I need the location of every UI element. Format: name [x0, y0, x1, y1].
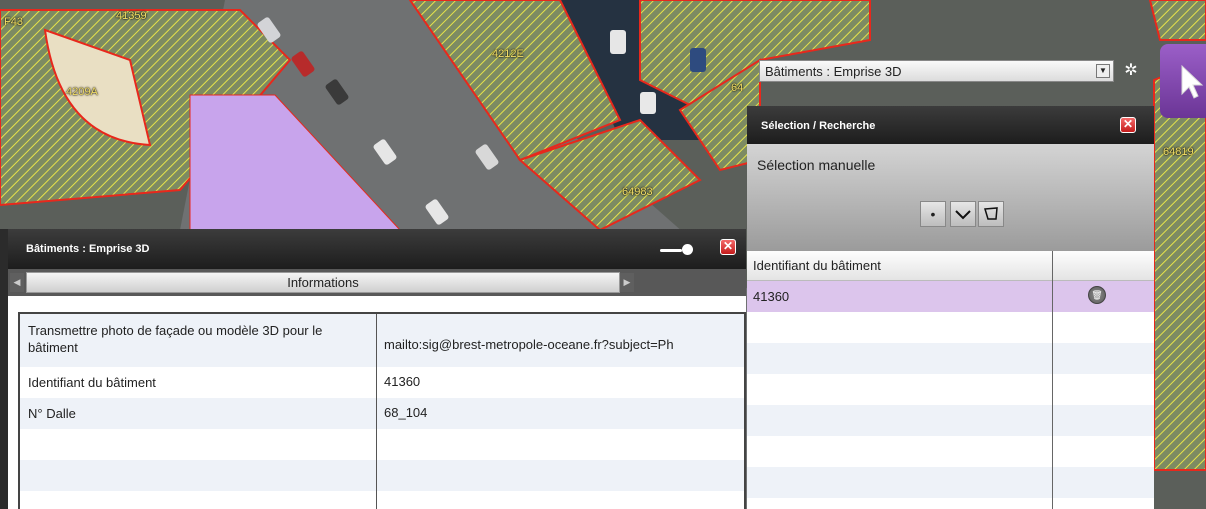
parcel-label: 64983 [622, 186, 653, 198]
table-row [747, 467, 1154, 498]
polygon-icon[interactable] [978, 201, 1004, 227]
tab-bar: ◀ Informations ▶ [8, 269, 746, 296]
parcel-label: 64 [731, 82, 744, 94]
table-row: Transmettre photo de façade ou modèle 3D… [20, 314, 744, 367]
table-row [747, 436, 1154, 467]
table-row [747, 312, 1154, 343]
table-row [20, 460, 744, 491]
column-header-building-id: Identifiant du bâtiment [753, 258, 881, 273]
table-row [747, 374, 1154, 405]
attribute-key: N° Dalle [28, 406, 76, 421]
parcel-label: 41359 [116, 10, 147, 22]
table-row [747, 405, 1154, 436]
table-row [747, 343, 1154, 374]
table-header: Identifiant du bâtiment [747, 251, 1154, 281]
chevron-right-icon[interactable]: ▶ [620, 273, 634, 292]
parcel-label: 4212E [492, 48, 524, 60]
opacity-slider-handle[interactable] [682, 244, 693, 255]
selection-table: Identifiant du bâtiment 41360 🗑 [747, 251, 1154, 509]
info-panel-header: Bâtiments : Emprise 3D ✕ [8, 229, 746, 269]
info-panel-body: Transmettre photo de façade ou modèle 3D… [8, 296, 746, 509]
parcel-label: 64819 [1163, 146, 1194, 158]
attribute-table: Transmettre photo de façade ou modèle 3D… [18, 312, 746, 509]
table-row: Identifiant du bâtiment 41360 [20, 367, 744, 398]
selection-panel-header: Sélection / Recherche ✕ [747, 106, 1154, 144]
table-row [20, 491, 744, 509]
close-icon[interactable]: ✕ [720, 239, 736, 255]
parcel-label: 4209A [66, 86, 98, 98]
attribute-value: 41360 [384, 374, 421, 389]
layer-select[interactable]: Bâtiments : Emprise 3D ▼ [759, 60, 1114, 82]
cursor-icon [1181, 64, 1204, 99]
attribute-value: 68_104 [384, 405, 428, 420]
attribute-key: Transmettre photo de façade ou modèle 3D… [28, 323, 323, 355]
selection-panel: Sélection / Recherche ✕ Sélection manuel… [747, 106, 1154, 509]
attribute-key: Identifiant du bâtiment [28, 375, 156, 390]
layer-select-value: Bâtiments : Emprise 3D [765, 64, 902, 79]
table-row [20, 429, 744, 460]
info-panel: Bâtiments : Emprise 3D ✕ ◀ Informations … [0, 229, 746, 509]
trash-icon[interactable]: 🗑 [1088, 286, 1106, 304]
info-panel-title: Bâtiments : Emprise 3D [26, 243, 150, 255]
column-divider [376, 314, 377, 509]
selection-panel-title: Sélection / Recherche [761, 120, 876, 132]
settings-icon[interactable]: ✲ [1120, 60, 1142, 82]
table-row[interactable]: 41360 🗑 [747, 281, 1154, 312]
manual-selection-section: Sélection manuelle • [747, 144, 1154, 251]
tab-informations[interactable]: Informations [26, 272, 620, 293]
manual-selection-label: Sélection manuelle [757, 157, 876, 173]
building-id-cell: 41360 [753, 289, 790, 304]
attribute-value-link[interactable]: mailto:sig@brest-metropole-oceane.fr?sub… [384, 337, 738, 352]
point-icon[interactable]: • [920, 201, 946, 227]
pointer-tool-button[interactable] [1160, 44, 1206, 118]
close-icon[interactable]: ✕ [1120, 117, 1136, 133]
parcel-label: F43 [4, 16, 23, 28]
line-icon[interactable] [950, 201, 976, 227]
table-row: N° Dalle 68_104 [20, 398, 744, 429]
column-divider [1052, 251, 1053, 509]
chevron-down-icon[interactable]: ▼ [1096, 64, 1110, 78]
chevron-left-icon[interactable]: ◀ [10, 273, 24, 292]
opacity-slider[interactable] [660, 249, 682, 252]
